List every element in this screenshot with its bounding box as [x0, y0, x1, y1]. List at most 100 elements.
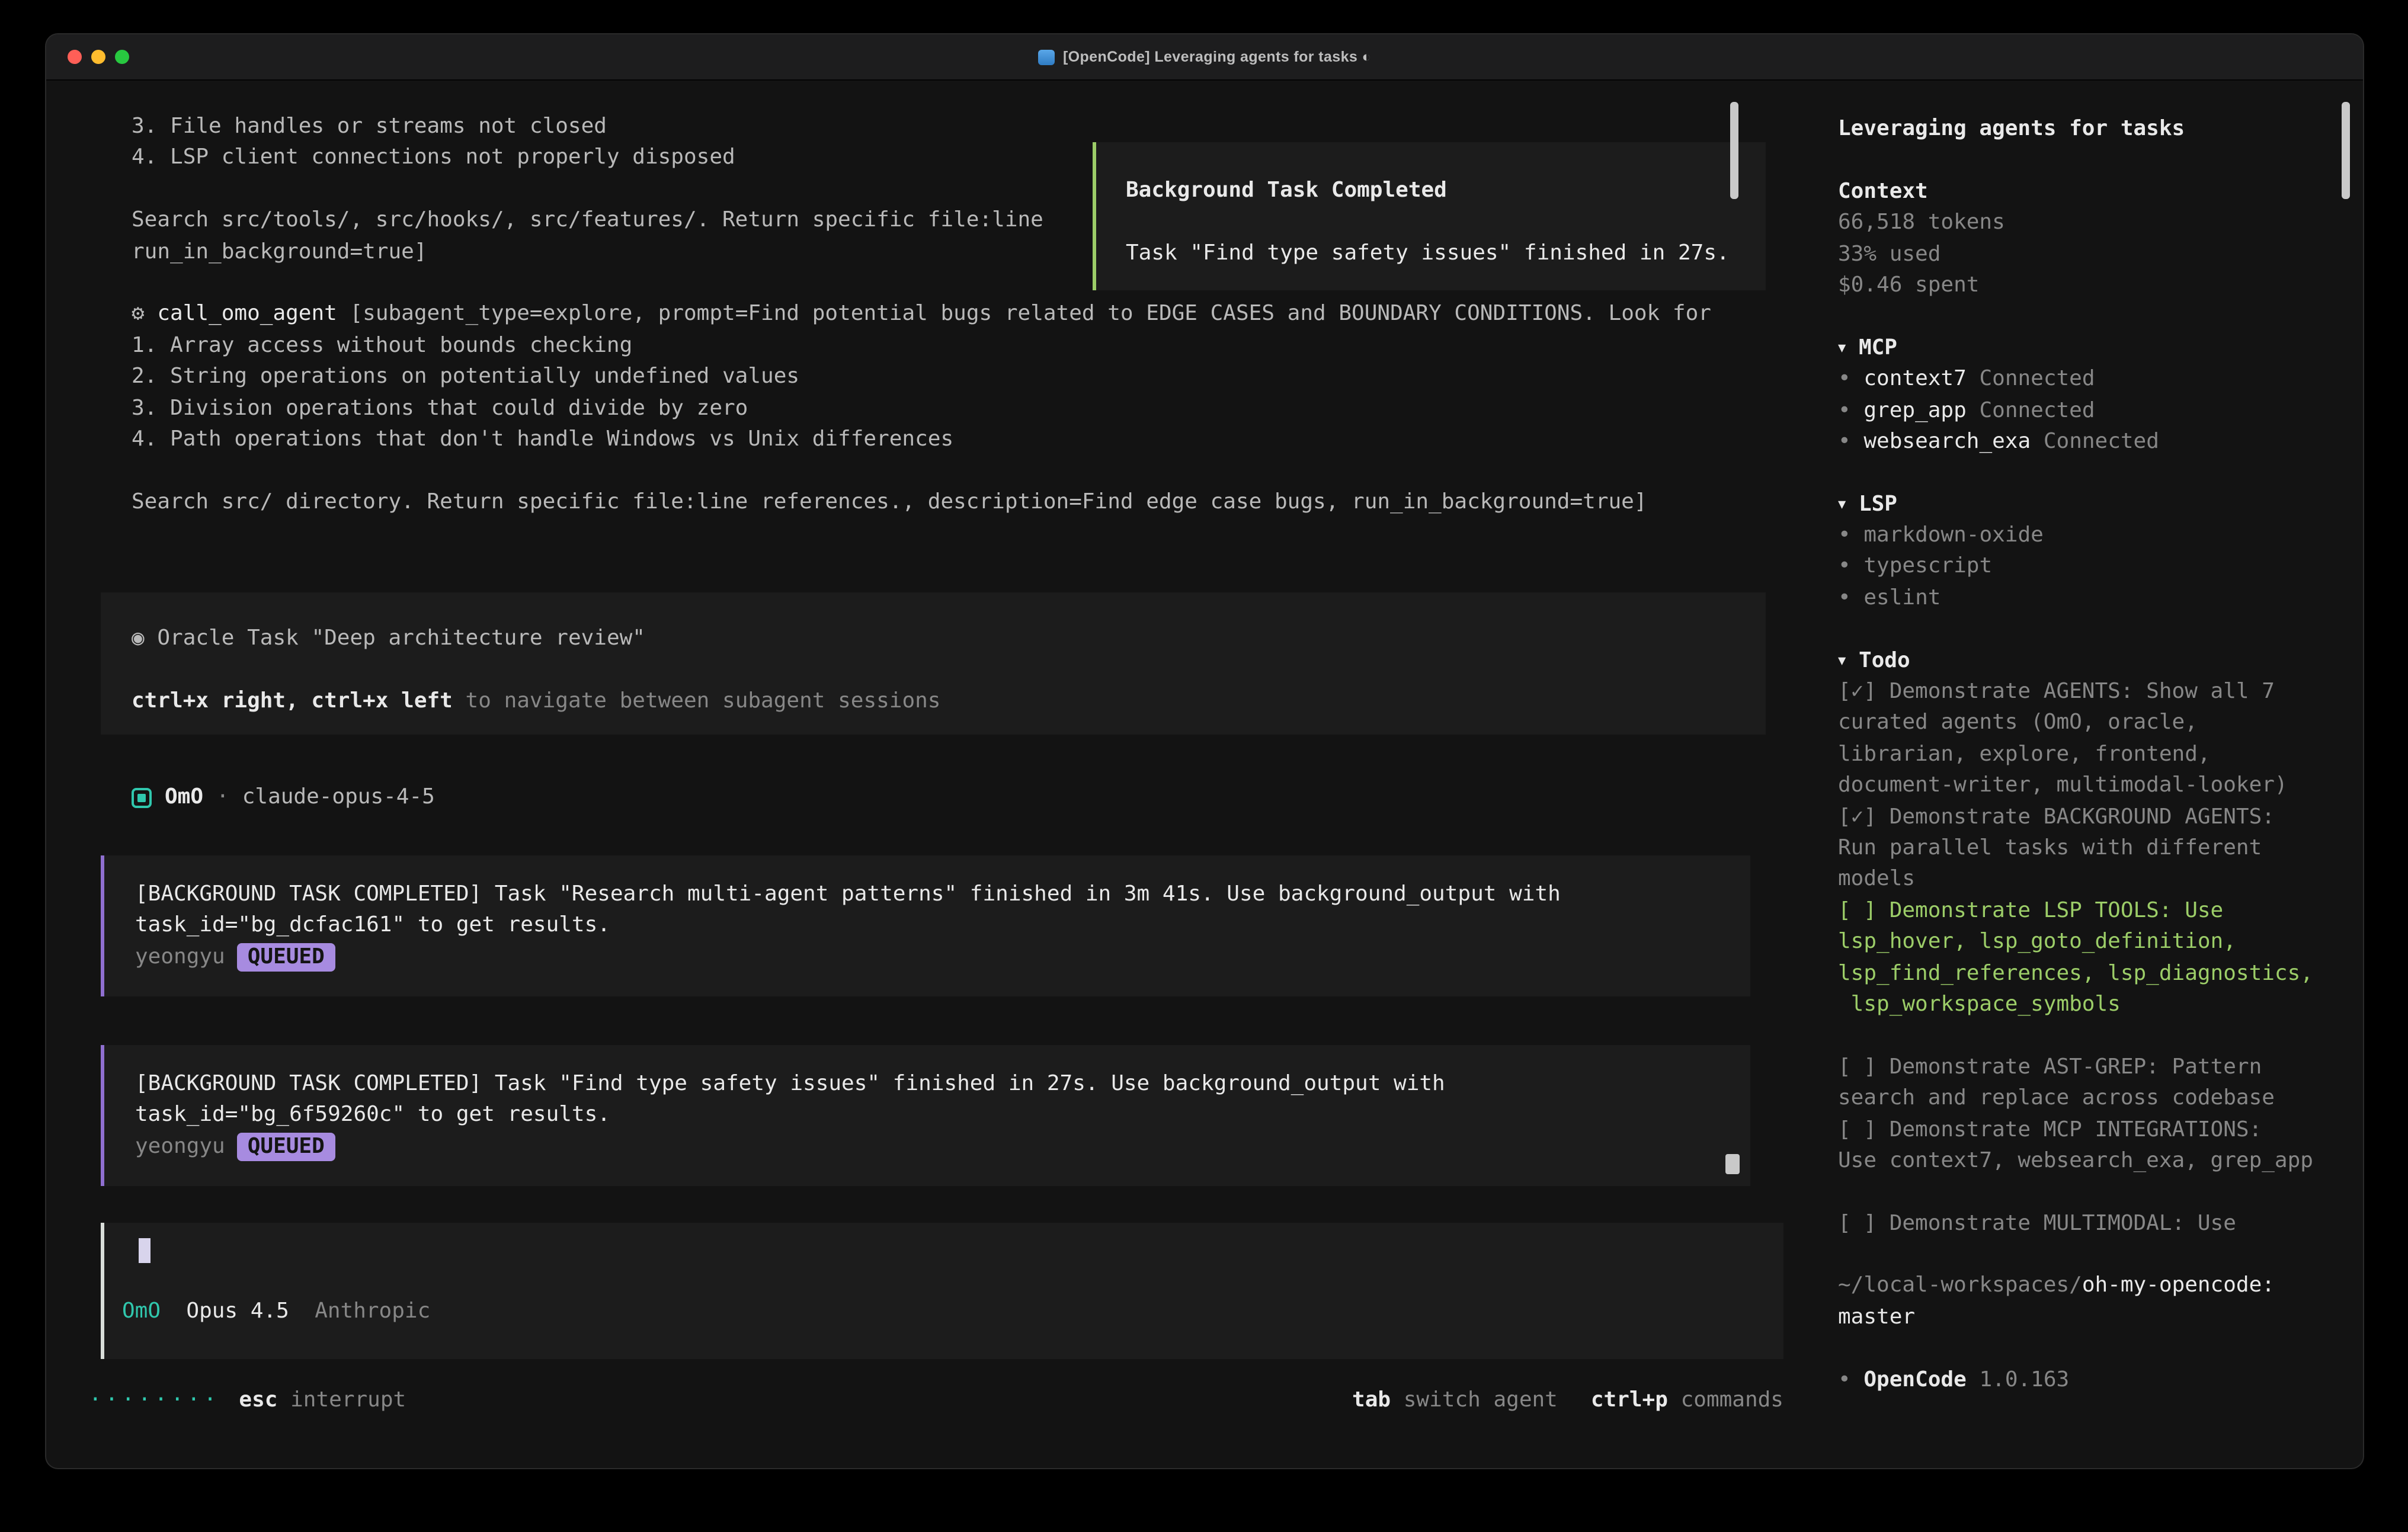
lsp-item: • eslint — [1838, 583, 2355, 614]
todo-item-line: [✓] Demonstrate BACKGROUND AGENTS: — [1838, 802, 2355, 833]
todo-item-line: Use context7, websearch_exa, grep_app — [1838, 1146, 2355, 1177]
background-task-message: [BACKGROUND TASK COMPLETED] Task "Find t… — [101, 1045, 1750, 1186]
input-agent-name: OmO — [122, 1299, 161, 1323]
message-line: task_id="bg_dcfac161" to get results. — [135, 911, 1750, 942]
agent-header: OmO · claude-opus-4-5 — [132, 782, 435, 813]
window-title: [OpenCode] Leveraging agents for tasks ◐ — [1063, 49, 1371, 65]
terminal-window: [OpenCode] Leveraging agents for tasks ◐… — [46, 34, 2363, 1468]
oracle-title: Oracle Task "Deep architecture review" — [157, 626, 645, 650]
todo-item-line: [ ] Demonstrate AST-GREP: Pattern — [1838, 1052, 2355, 1083]
todo-item-line: [✓] Demonstrate AGENTS: Show all 7 — [1838, 677, 2355, 708]
blank-line — [132, 655, 1766, 686]
todo-item-line: [ ] Demonstrate MCP INTEGRATIONS: — [1838, 1114, 2355, 1146]
app-name: OpenCode — [1863, 1367, 1966, 1392]
esc-key: esc — [239, 1387, 277, 1412]
message-meta: yeongyuQUEUED — [135, 1132, 1750, 1163]
bullet-icon: • — [1838, 398, 1851, 422]
agent-model: claude-opus-4-5 — [242, 782, 435, 813]
close-button[interactable] — [68, 50, 82, 64]
main-scrollbar-thumb[interactable] — [1730, 102, 1738, 199]
todo-item-line-active: lsp_hover, lsp_goto_definition, — [1838, 927, 2355, 958]
shortcut-keys: ctrl+x right, ctrl+x left — [132, 688, 453, 713]
status-badge: QUEUED — [237, 943, 335, 972]
lsp-name: markdown-oxide — [1863, 523, 2043, 547]
context-heading: Context — [1838, 177, 2355, 208]
blank-line — [1838, 1333, 2355, 1364]
chevron-down-icon: ▼ — [1838, 489, 1846, 520]
blank-line — [132, 456, 1767, 487]
todo-item-line-active: lsp_find_references, lsp_diagnostics, — [1838, 958, 2355, 989]
scrollback-line: Search src/ directory. Return specific f… — [132, 486, 1767, 518]
blank-line — [1838, 1177, 2355, 1209]
toast-title: Background Task Completed — [1126, 175, 1766, 207]
oracle-icon: ◉ — [132, 626, 145, 650]
agent-checkbox-icon — [132, 787, 152, 807]
blank-line — [1838, 1021, 2355, 1052]
toast-body: Task "Find type safety issues" finished … — [1126, 238, 1766, 270]
input-provider-name: Anthropic — [315, 1299, 430, 1323]
shortcut-description: to navigate between subagent sessions — [453, 688, 941, 713]
interrupt-hint: ········esc interrupt — [89, 1385, 406, 1416]
background-task-message: [BACKGROUND TASK COMPLETED] Task "Resear… — [101, 855, 1750, 996]
bullet-icon: • — [1838, 366, 1851, 391]
text-cursor — [139, 1238, 150, 1263]
scrollback-line: 3. Division operations that could divide… — [132, 393, 1767, 424]
zoom-button[interactable] — [115, 50, 129, 64]
chevron-down-icon: ▼ — [1838, 645, 1846, 677]
minimize-button[interactable] — [91, 50, 105, 64]
todo-item-line-active: lsp_workspace_symbols — [1838, 989, 2355, 1021]
blank-line — [1838, 458, 2355, 489]
scrollback-line: 1. Array access without bounds checking — [132, 330, 1767, 361]
statusbar: ········esc interrupt tab switch agent c… — [89, 1385, 1783, 1416]
tab-key: tab — [1352, 1387, 1391, 1412]
lsp-item: • typescript — [1838, 552, 2355, 583]
workspace-path-row: ~/local-workspaces/oh-my-opencode: — [1838, 1271, 2355, 1302]
message-line: task_id="bg_6f59260c" to get results. — [135, 1100, 1750, 1132]
tool-args: [subagent_type=explore, prompt=Find pote… — [337, 302, 1711, 326]
bullet-icon: • — [1838, 1367, 1851, 1392]
tab-label: switch agent — [1404, 1387, 1558, 1412]
titlebar: [OpenCode] Leveraging agents for tasks ◐ — [46, 34, 2363, 81]
scrollback-line: 4. Path operations that don't handle Win… — [132, 424, 1767, 456]
blank-line — [1838, 302, 2355, 333]
mcp-item: • grep_app Connected — [1838, 395, 2355, 427]
prompt-input[interactable]: OmO Opus 4.5 Anthropic — [101, 1223, 1783, 1359]
workspace-name: oh-my-opencode: — [2082, 1273, 2275, 1298]
status-badge: QUEUED — [237, 1133, 335, 1161]
workspace-branch: master — [1838, 1302, 2355, 1334]
bullet-icon: • — [1838, 585, 1851, 610]
todo-item-line: librarian, explore, frontend, — [1838, 739, 2355, 771]
bullet-icon: • — [1838, 523, 1851, 547]
mcp-heading: MCP — [1859, 335, 1897, 360]
scrollback-line: 3. File handles or streams not closed — [132, 111, 1767, 143]
agent-name: OmO — [165, 782, 203, 813]
todo-item-line: models — [1838, 864, 2355, 896]
session-sidebar: Leveraging agents for tasks Context 66,5… — [1838, 114, 2355, 1396]
switch-agent-hint: tab switch agent — [1352, 1385, 1558, 1416]
todo-item-line: Run parallel tasks with different — [1838, 833, 2355, 864]
todo-item-line: document-writer, multimodal-looker) — [1838, 770, 2355, 802]
bullet-icon: • — [1838, 554, 1851, 579]
model-row: OmO Opus 4.5 Anthropic — [122, 1296, 430, 1328]
message-scroll-indicator[interactable] — [1725, 1154, 1740, 1174]
esc-label: interrupt — [290, 1387, 406, 1412]
tool-call-line: ⚙ call_omo_agent [subagent_type=explore,… — [132, 299, 1767, 331]
ctrlp-label: commands — [1681, 1387, 1783, 1412]
tool-name: call_omo_agent — [157, 302, 337, 326]
todo-item-line: search and replace across codebase — [1838, 1083, 2355, 1114]
blank-line — [1126, 207, 1766, 238]
todo-item-line-active: [ ] Demonstrate LSP TOOLS: Use — [1838, 896, 2355, 927]
mcp-name: websearch_exa — [1863, 429, 2031, 454]
bullet-icon: • — [1838, 429, 1851, 454]
input-model-name: Opus 4.5 — [186, 1299, 289, 1323]
message-meta: yeongyuQUEUED — [135, 942, 1750, 973]
document-icon — [1038, 49, 1055, 65]
mcp-item: • websearch_exa Connected — [1838, 427, 2355, 458]
message-line: [BACKGROUND TASK COMPLETED] Task "Find t… — [135, 1069, 1750, 1100]
scrollback-line: 2. String operations on potentially unde… — [132, 361, 1767, 393]
desktop: [OpenCode] Leveraging agents for tasks ◐… — [0, 0, 2408, 1532]
todo-heading-row: ▼ Todo — [1838, 645, 2355, 677]
app-version-row: • OpenCode 1.0.163 — [1838, 1364, 2355, 1396]
sidebar-scrollbar-thumb[interactable] — [2342, 102, 2350, 199]
todo-heading: Todo — [1859, 648, 1910, 672]
